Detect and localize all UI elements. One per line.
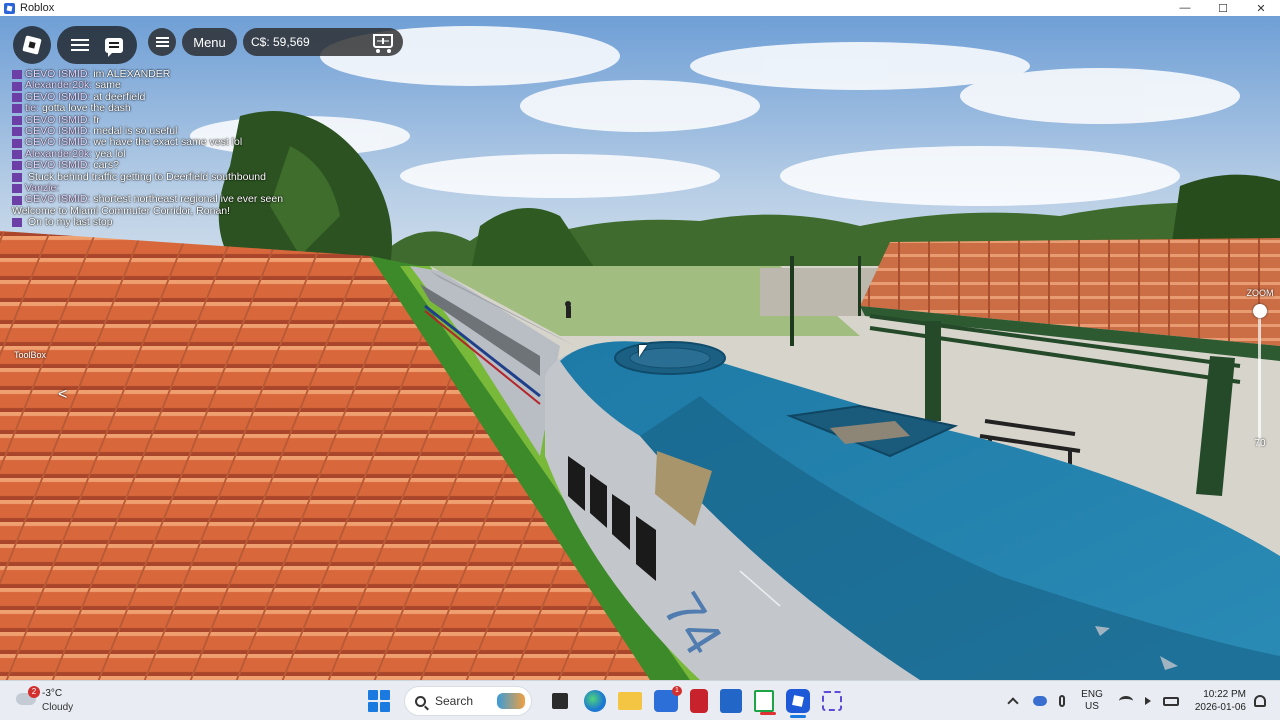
chat-badge-icon — [12, 127, 22, 137]
mouse-cursor-icon — [639, 345, 647, 357]
toolbox-label[interactable]: ToolBox — [14, 350, 46, 360]
zoom-knob[interactable] — [1253, 304, 1267, 318]
currency-value: C$: 59,569 — [251, 35, 310, 49]
running-indicator — [760, 712, 776, 715]
clock-date: 2026-01-06 — [1194, 702, 1246, 713]
chat-badge-icon — [12, 195, 22, 205]
taskbar-apps: Search 1 — [368, 685, 848, 718]
chat-badge-icon — [12, 81, 22, 91]
search-highlight-icon — [497, 693, 525, 709]
snipping-tool-icon[interactable] — [822, 691, 842, 711]
language-region: US — [1085, 701, 1099, 712]
chat-badge-icon — [12, 70, 22, 80]
minimize-button[interactable]: — — [1166, 0, 1204, 16]
chat-message: Stuck behind traffic getting to Deerfiel… — [12, 171, 352, 183]
zoom-track[interactable] — [1258, 306, 1261, 446]
language-indicator[interactable]: ENG US — [1081, 689, 1103, 713]
search-placeholder: Search — [435, 694, 474, 708]
weather-alert-badge: 2 — [28, 686, 40, 698]
zoom-slider[interactable]: ZOOM 70 — [1246, 288, 1274, 456]
cart-icon[interactable] — [373, 34, 393, 53]
menu-chat-group[interactable] — [57, 26, 137, 64]
list-icon — [155, 37, 169, 47]
chat-badge-icon — [12, 172, 22, 182]
roblox-taskbar-icon[interactable] — [786, 689, 810, 718]
chat-badge-icon — [12, 218, 22, 228]
notification-bell-icon[interactable] — [1254, 695, 1266, 707]
taskbar-search[interactable]: Search — [404, 686, 532, 716]
active-indicator — [790, 715, 806, 718]
currency-shop-bar[interactable]: C$: 59,569 — [243, 28, 403, 56]
microphone-icon[interactable] — [1059, 695, 1066, 707]
chat-badge-icon — [12, 150, 22, 160]
roblox-app-icon — [4, 2, 15, 14]
search-icon — [415, 695, 426, 707]
roblox-menu-button[interactable] — [13, 26, 51, 64]
chat-log: GEVO ISMID: im ALEXANDER Alexander20k: sam… — [12, 68, 352, 229]
mcafee-icon[interactable] — [690, 689, 708, 713]
list-button[interactable] — [148, 28, 176, 56]
weather-widget[interactable]: 2 -3°C Cloudy — [14, 685, 104, 717]
edge-browser-icon[interactable] — [584, 690, 606, 712]
chat-message: tie: gotta love the dash — [12, 102, 352, 114]
chat-badge-icon — [12, 115, 22, 125]
chat-icon[interactable] — [105, 37, 123, 57]
microsoft-store-icon[interactable]: 1 — [654, 686, 682, 712]
spreadsheet-app-icon[interactable] — [754, 690, 776, 715]
chat-badge-icon — [12, 138, 22, 148]
chat-badge-icon — [12, 93, 22, 103]
chat-message: On to my last stop — [12, 216, 352, 228]
zoom-label: ZOOM — [1246, 288, 1274, 298]
windows-start-icon[interactable] — [368, 690, 390, 712]
weather-temperature: -3°C — [42, 688, 63, 699]
chat-badge-icon — [12, 161, 22, 171]
clock[interactable]: 10:22 PM 2026-01-06 — [1195, 688, 1246, 714]
maximize-button[interactable]: ☐ — [1204, 0, 1242, 16]
volume-icon[interactable] — [1144, 697, 1151, 705]
weather-condition: Cloudy — [42, 702, 74, 713]
toolbox-expand-arrow[interactable]: < — [58, 386, 67, 404]
window-title: Roblox — [20, 2, 55, 14]
clock-time: 10:22 PM — [1203, 689, 1246, 700]
window-titlebar: Roblox — ☐ ✕ — [0, 0, 1280, 16]
system-tray: ENG US 10:22 PM 2026-01-06 — [999, 681, 1280, 720]
onedrive-icon[interactable] — [1033, 696, 1048, 706]
battery-icon[interactable] — [1162, 696, 1179, 706]
windows-taskbar: 2 -3°C Cloudy Search 1 ENG US 10:22 PM 2… — [0, 680, 1280, 720]
menu-button[interactable]: Menu — [182, 28, 237, 56]
language-code: ENG — [1081, 689, 1103, 700]
roblox-logo-icon — [22, 35, 42, 55]
outlook-icon[interactable] — [720, 689, 742, 713]
hamburger-icon[interactable] — [71, 39, 89, 51]
wifi-icon[interactable] — [1118, 696, 1133, 706]
file-explorer-icon[interactable] — [618, 692, 642, 710]
task-view-icon[interactable] — [552, 693, 568, 709]
zoom-value: 70 — [1254, 438, 1266, 449]
close-button[interactable]: ✕ — [1242, 0, 1280, 16]
show-hidden-icons-icon[interactable] — [1007, 697, 1019, 709]
roblox-screen: Roblox — ☐ ✕ 74 Menu C$: 59,569 GEVO ISM… — [0, 0, 1280, 720]
chat-badge-icon — [12, 104, 22, 114]
chat-badge-icon — [12, 184, 22, 194]
store-badge: 1 — [672, 686, 682, 696]
chat-message: GEVO ISMID: cars? — [12, 159, 352, 171]
